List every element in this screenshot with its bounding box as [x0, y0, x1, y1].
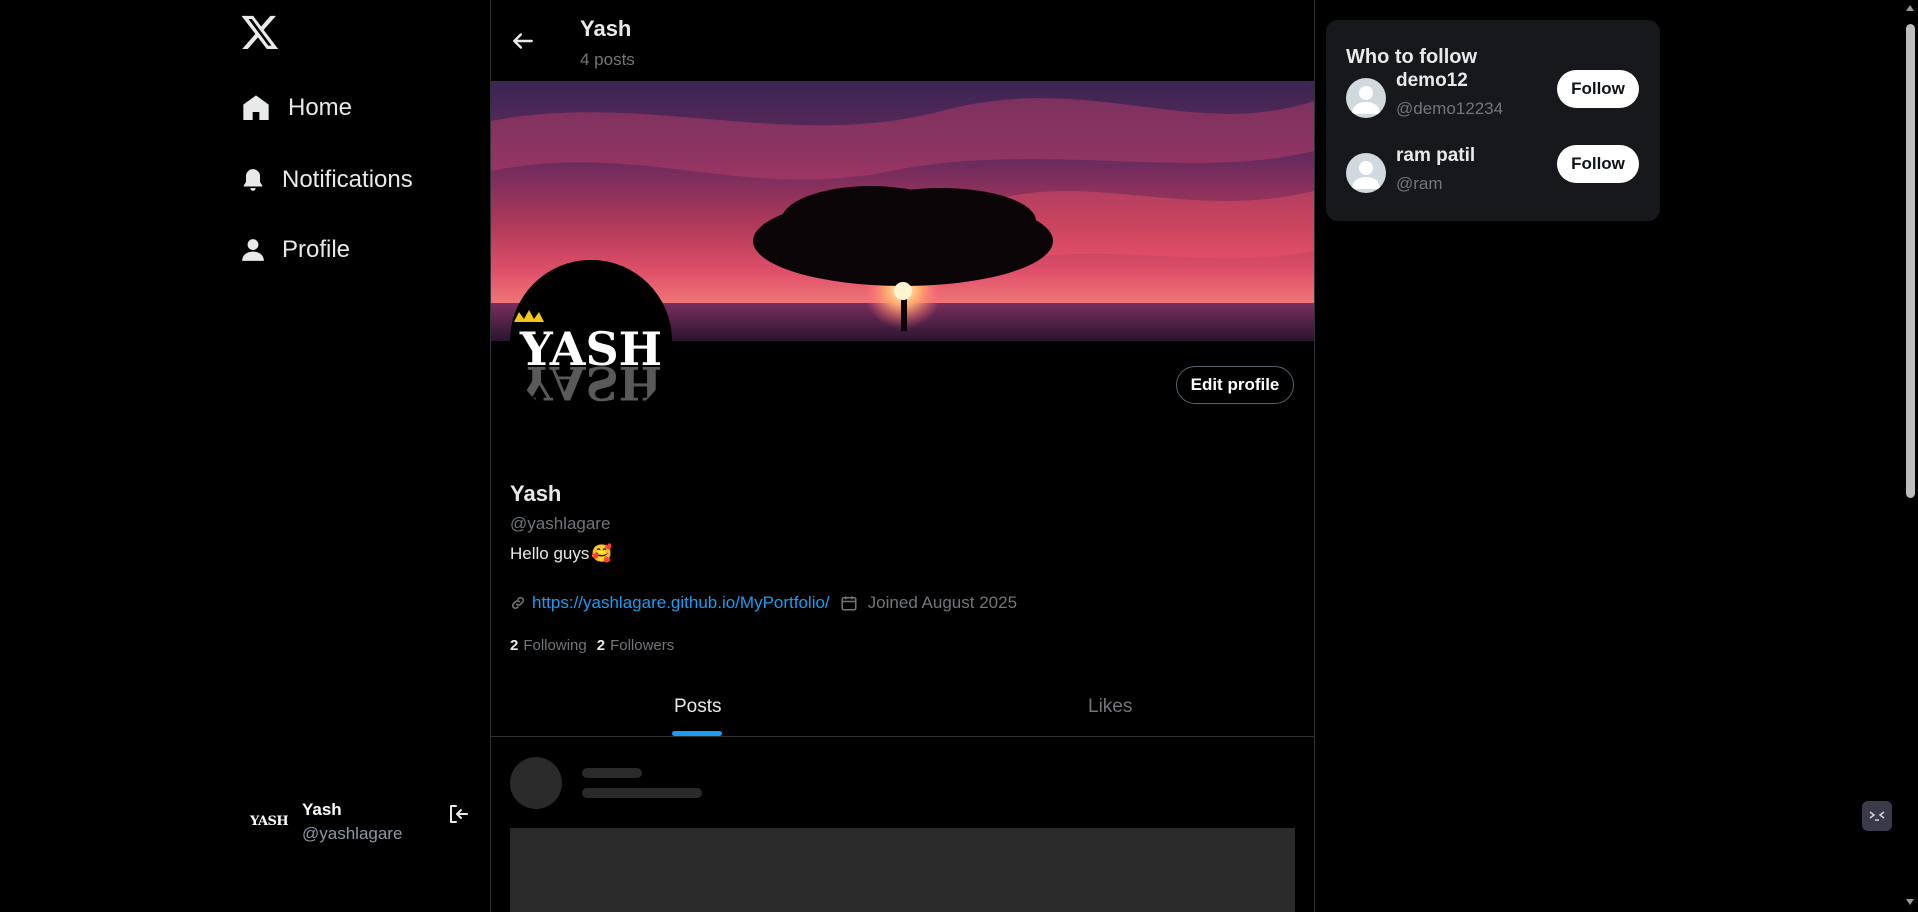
follow-button[interactable]: Follow: [1557, 145, 1639, 183]
profile-bio: Hello guys 🥰: [510, 544, 613, 564]
calendar-icon: [841, 596, 857, 611]
logout-icon[interactable]: [446, 802, 470, 826]
edit-profile-button[interactable]: Edit profile: [1176, 366, 1294, 404]
assistant-widget-icon[interactable]: [1862, 801, 1892, 831]
sidebar-item-home[interactable]: Home: [240, 92, 352, 124]
sidebar-item-profile[interactable]: Profile: [240, 236, 350, 264]
tab-posts[interactable]: Posts: [674, 696, 722, 718]
active-tab-indicator: [672, 731, 722, 736]
profile-website-link[interactable]: https://yashlagare.github.io/MyPortfolio…: [532, 593, 830, 613]
suggested-user-name: demo12: [1396, 70, 1468, 91]
profile-name: Yash: [510, 481, 562, 506]
sidebar-item-label: Home: [288, 94, 353, 121]
x-logo-icon[interactable]: [240, 12, 280, 52]
bio-text: Hello guys: [510, 544, 590, 563]
tab-likes[interactable]: Likes: [1088, 696, 1132, 718]
scrollbar-thumb[interactable]: [1906, 24, 1915, 498]
bell-icon: [243, 169, 263, 191]
profile-handle: @yashlagare: [510, 514, 611, 533]
svg-text:YASH: YASH: [519, 356, 662, 410]
user-icon: [242, 239, 264, 261]
header-title: Yash: [580, 16, 632, 41]
sidebar: Home Notifications Profile YASH Yash @ya…: [0, 0, 490, 912]
suggested-user[interactable]: demo12 @demo12234 Follow: [1346, 70, 1640, 126]
suggested-user[interactable]: ram patil @ram Follow: [1346, 145, 1640, 201]
suggested-user-handle: @ram: [1396, 174, 1443, 193]
scroll-up-icon[interactable]: [1905, 4, 1915, 12]
avatar: YASH: [248, 800, 292, 844]
profile-stats: 2 Following 2 Followers: [510, 637, 674, 654]
followers-link[interactable]: 2 Followers: [597, 637, 675, 654]
sidebar-item-label: Profile: [282, 236, 351, 263]
link-icon: [511, 596, 525, 610]
sidebar-account[interactable]: YASH Yash @yashlagare: [248, 800, 402, 844]
sidebar-item-notifications[interactable]: Notifications: [240, 166, 413, 194]
following-link[interactable]: 2 Following: [510, 637, 587, 654]
who-to-follow-title: Who to follow: [1346, 46, 1478, 68]
header-post-count: 4 posts: [580, 50, 635, 69]
suggested-user-handle: @demo12234: [1396, 99, 1504, 118]
account-name: Yash: [302, 800, 342, 819]
skeleton-media: [510, 828, 1295, 912]
skeleton-avatar: [510, 757, 562, 809]
home-icon: [243, 95, 269, 120]
avatar: [1346, 78, 1386, 118]
account-handle: @yashlagare: [302, 824, 403, 843]
back-arrow-icon[interactable]: [510, 28, 536, 54]
avatar: [1346, 153, 1386, 193]
profile-tabs: Posts Likes: [491, 680, 1314, 737]
skeleton-line: [582, 768, 642, 778]
bio-emoji: 🥰: [591, 544, 613, 563]
scroll-down-icon[interactable]: [1905, 898, 1915, 906]
sidebar-item-label: Notifications: [282, 166, 413, 193]
suggested-user-name: ram patil: [1396, 145, 1476, 166]
skeleton-line: [582, 788, 702, 798]
follow-button[interactable]: Follow: [1557, 70, 1639, 108]
profile-meta: https://yashlagare.github.io/MyPortfolio…: [510, 593, 1017, 613]
profile-joined-date: Joined August 2025: [867, 593, 1018, 612]
profile-avatar[interactable]: YASH YASH: [510, 260, 672, 422]
